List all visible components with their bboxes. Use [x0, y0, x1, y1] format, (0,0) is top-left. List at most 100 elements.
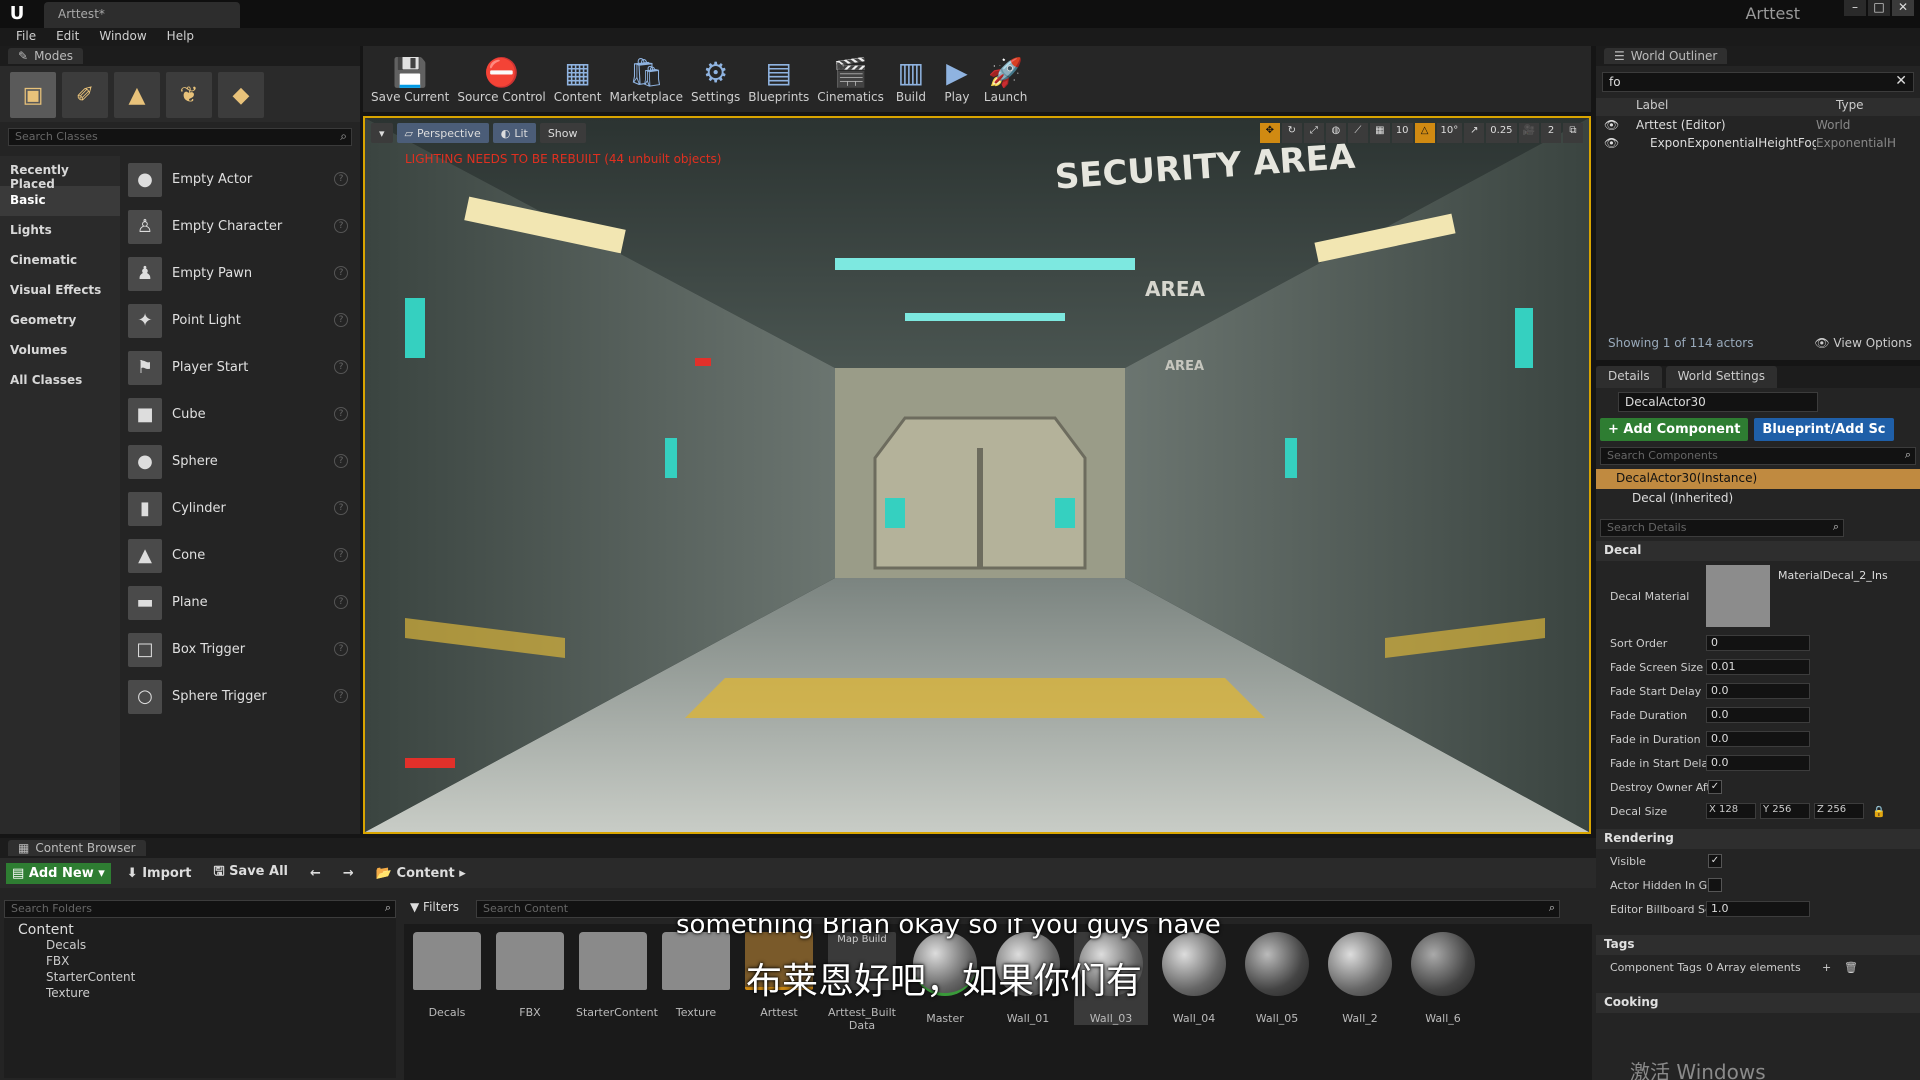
world-settings-tab[interactable]: World Settings	[1665, 366, 1778, 388]
cooking-section[interactable]: Cooking	[1596, 993, 1920, 1013]
foliage-mode-icon[interactable]: ❦	[166, 72, 212, 118]
decal-section[interactable]: Decal	[1596, 541, 1920, 561]
add-component-button[interactable]: + Add Component	[1600, 418, 1749, 441]
menu-edit[interactable]: Edit	[46, 28, 89, 46]
help-icon[interactable]: ?	[334, 548, 348, 562]
filters-button[interactable]: ▼ Filters	[410, 900, 459, 918]
show-button[interactable]: Show	[539, 123, 586, 143]
menu-window[interactable]: Window	[89, 28, 156, 46]
material-thumbnail[interactable]	[1706, 565, 1770, 627]
tree-starter-content[interactable]: StarterContent	[4, 970, 396, 986]
search-folders-input[interactable]: Search Folders ⌕	[4, 900, 396, 918]
asset-tile[interactable]: FBX	[493, 932, 567, 1019]
help-icon[interactable]: ?	[334, 501, 348, 515]
import-button[interactable]: ⬇ Import	[121, 863, 198, 884]
editor-billboard-input[interactable]: 1.0	[1706, 901, 1810, 917]
launch-button[interactable]: 🚀 Launch	[980, 46, 1031, 110]
tree-texture[interactable]: Texture	[4, 986, 396, 1002]
help-icon[interactable]: ?	[334, 595, 348, 609]
perspective-button[interactable]: ▱ Perspective	[396, 123, 489, 143]
translate-tool-icon[interactable]: ✥	[1259, 123, 1280, 143]
cinematics-button[interactable]: 🎬 Cinematics	[813, 46, 888, 110]
help-icon[interactable]: ?	[334, 219, 348, 233]
eye-icon[interactable]: 👁	[1596, 118, 1620, 132]
add-new-button[interactable]: ▤ Add New ▾	[6, 862, 111, 884]
settings-button[interactable]: ⚙ Settings	[687, 46, 744, 110]
source-control-button[interactable]: ⛔ Source Control	[453, 46, 549, 110]
label-column-header[interactable]: Label	[1636, 98, 1836, 116]
category-cinematic[interactable]: Cinematic	[0, 246, 120, 276]
content-button[interactable]: ▦ Content	[550, 46, 606, 110]
category-recently-placed[interactable]: Recently Placed	[0, 156, 120, 191]
maximize-viewport-icon[interactable]: ⧉	[1563, 123, 1583, 143]
class-item-empty-pawn[interactable]: ♟ Empty Pawn?	[124, 250, 356, 297]
asset-tile[interactable]: StarterContent	[576, 932, 658, 1019]
fade-screen-size-input[interactable]: 0.01	[1706, 659, 1810, 675]
category-volumes[interactable]: Volumes	[0, 336, 120, 366]
trash-icon[interactable]: 🗑	[1844, 961, 1858, 974]
close-button[interactable]: ✕	[1892, 0, 1914, 16]
class-item-point-light[interactable]: ✦ Point Light?	[124, 297, 356, 344]
help-icon[interactable]: ?	[334, 360, 348, 374]
place-mode-icon[interactable]: ▣	[10, 72, 56, 118]
tree-fbx[interactable]: FBX	[4, 954, 396, 970]
class-item-cylinder[interactable]: ▮ Cylinder?	[124, 485, 356, 532]
help-icon[interactable]: ?	[334, 454, 348, 468]
category-all-classes[interactable]: All Classes	[0, 366, 120, 396]
decal-size-z-input[interactable]: Z 256	[1814, 803, 1864, 819]
class-item-box-trigger[interactable]: □ Box Trigger?	[124, 626, 356, 673]
class-item-player-start[interactable]: ⚑ Player Start?	[124, 344, 356, 391]
build-button[interactable]: ▥ Build	[888, 46, 934, 110]
camera-speed-value[interactable]: 2	[1541, 123, 1561, 143]
fade-in-start-delay-input[interactable]: 0.0	[1706, 755, 1810, 771]
blueprints-button[interactable]: ▤ Blueprints	[744, 46, 813, 110]
rendering-section[interactable]: Rendering	[1596, 829, 1920, 849]
save-all-button[interactable]: 🖫 Save All	[207, 859, 294, 887]
scale-snap-value[interactable]: 0.25	[1486, 123, 1517, 143]
tree-content[interactable]: Content	[4, 922, 396, 938]
viewport-options-button[interactable]: ▾	[371, 123, 393, 143]
material-dropdown[interactable]: MaterialDecal_2_Ins	[1778, 569, 1888, 582]
marketplace-button[interactable]: 🛍 Marketplace	[605, 46, 687, 110]
component-decal[interactable]: Decal (Inherited)	[1596, 489, 1920, 509]
rotate-tool-icon[interactable]: ↻	[1281, 123, 1302, 143]
sort-order-input[interactable]: 0	[1706, 635, 1810, 651]
minimize-button[interactable]: –	[1844, 0, 1866, 16]
fade-duration-input[interactable]: 0.0	[1706, 707, 1810, 723]
asset-tile[interactable]: Wall_2	[1323, 932, 1397, 1025]
visible-checkbox[interactable]: ✓	[1708, 854, 1722, 868]
tags-section[interactable]: Tags	[1596, 935, 1920, 955]
category-geometry[interactable]: Geometry	[0, 306, 120, 336]
fade-start-delay-input[interactable]: 0.0	[1706, 683, 1810, 699]
tree-decals[interactable]: Decals	[4, 938, 396, 954]
decal-size-x-input[interactable]: X 128	[1706, 803, 1756, 819]
path-breadcrumb[interactable]: 📂 Content ▸	[370, 863, 472, 884]
search-components-input[interactable]: Search Components ⌕	[1600, 447, 1916, 465]
search-content-input[interactable]: Search Content ⌕	[476, 900, 1560, 918]
class-item-sphere[interactable]: ● Sphere?	[124, 438, 356, 485]
modes-tab[interactable]: ✎ Modes	[8, 48, 84, 64]
grid-snap-value[interactable]: 10	[1391, 123, 1413, 143]
component-instance[interactable]: DecalActor30(Instance)	[1596, 469, 1920, 489]
decal-size-y-input[interactable]: Y 256	[1760, 803, 1810, 819]
class-item-empty-actor[interactable]: ● Empty Actor?	[124, 156, 356, 203]
add-element-icon[interactable]: +	[1822, 961, 1831, 974]
content-browser-tab[interactable]: ▦ Content Browser	[8, 840, 146, 856]
outliner-row[interactable]: 👁 ExponExponentialHeightFog ExponentialH…	[1596, 134, 1920, 152]
destroy-owner-checkbox[interactable]: ✓	[1708, 780, 1722, 794]
help-icon[interactable]: ?	[334, 313, 348, 327]
type-column-header[interactable]: Type	[1836, 98, 1916, 116]
class-item-cone[interactable]: ▲ Cone?	[124, 532, 356, 579]
class-item-sphere-trigger[interactable]: ○ Sphere Trigger?	[124, 673, 356, 720]
details-tab[interactable]: Details	[1596, 366, 1662, 388]
asset-tile[interactable]: Decals	[410, 932, 484, 1019]
forward-button[interactable]: →	[337, 863, 360, 884]
back-button[interactable]: ←	[304, 863, 327, 884]
class-item-empty-character[interactable]: ♙ Empty Character?	[124, 203, 356, 250]
actor-name-field[interactable]: DecalActor30	[1618, 392, 1818, 412]
surface-snap-icon[interactable]: ⟋	[1347, 123, 1368, 143]
clear-search-icon[interactable]: ✕	[1895, 73, 1907, 89]
class-item-cube[interactable]: ■ Cube?	[124, 391, 356, 438]
level-viewport[interactable]: SECURITY AREA AREA AREA ▾ ▱ Perspective ◐…	[363, 116, 1591, 834]
menu-file[interactable]: File	[6, 28, 46, 46]
